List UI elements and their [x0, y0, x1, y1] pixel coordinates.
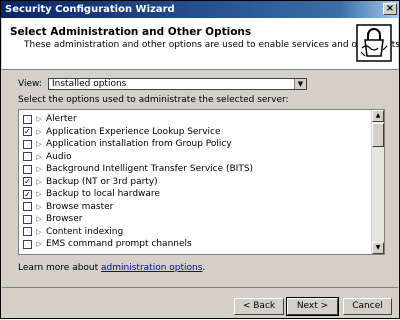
view-label: View:: [18, 79, 42, 89]
option-row[interactable]: ▷ Browser: [23, 213, 82, 225]
option-row[interactable]: ✓ ▷ Application Experience Lookup Service: [23, 126, 221, 138]
window-title: Security Configuration Wizard: [5, 4, 175, 15]
scroll-thumb[interactable]: [372, 123, 384, 147]
expand-arrow-icon[interactable]: ▷: [35, 138, 43, 150]
option-row[interactable]: ✓ ▷ Backup to local hardware: [23, 188, 160, 200]
option-label: Application Experience Lookup Service: [46, 126, 221, 137]
expand-arrow-icon[interactable]: ▷: [35, 126, 43, 138]
option-label: Background Intelligent Transfer Service …: [46, 164, 254, 174]
back-button[interactable]: < Back: [234, 298, 284, 315]
wizard-content: View: Installed options ▼ Select the opt…: [1, 69, 399, 287]
vertical-scrollbar[interactable]: ▲ ▼: [371, 110, 384, 254]
learn-more-prefix: Learn more about: [18, 263, 102, 273]
learn-more-text: Learn more about administration options.: [18, 263, 205, 273]
option-checkbox[interactable]: [23, 139, 32, 149]
option-checkbox[interactable]: [23, 239, 32, 249]
wizard-window: Security Configuration Wizard × Select A…: [0, 0, 400, 319]
option-row[interactable]: ▷ EMS command prompt channels: [23, 238, 192, 250]
option-checkbox[interactable]: ✓: [23, 189, 32, 199]
option-label: Audio: [46, 151, 72, 162]
wizard-footer: < Back Next > Cancel: [2, 287, 398, 320]
option-label: EMS command prompt channels: [46, 239, 192, 249]
option-row[interactable]: ▷ Background Intelligent Transfer Service…: [23, 163, 253, 175]
option-label: Application installation from Group Poli…: [46, 139, 232, 149]
expand-arrow-icon[interactable]: ▷: [35, 151, 43, 163]
close-icon[interactable]: ×: [383, 3, 397, 15]
option-checkbox[interactable]: [23, 227, 32, 236]
security-lock-icon: [356, 24, 392, 62]
option-row[interactable]: ▷ Application installation from Group Pol…: [23, 138, 232, 150]
scroll-down-icon[interactable]: ▼: [372, 242, 384, 254]
option-checkbox[interactable]: ✓: [23, 177, 32, 186]
option-checkbox[interactable]: [23, 202, 32, 211]
option-row[interactable]: ▷ Audio: [23, 151, 72, 163]
option-label: Alerter: [46, 114, 77, 124]
page-description: These administration and other options a…: [24, 40, 400, 50]
option-row[interactable]: ✓ ▷ Backup (NT or 3rd party): [23, 176, 158, 188]
wizard-header: Select Administration and Other Options …: [2, 18, 400, 70]
cancel-button[interactable]: Cancel: [343, 298, 392, 315]
option-checkbox[interactable]: [23, 114, 32, 124]
option-label: Browser: [46, 214, 83, 224]
option-row[interactable]: ▷ Content indexing: [23, 226, 123, 238]
option-row[interactable]: ▷ Alerter: [23, 113, 77, 125]
learn-more-suffix: .: [202, 263, 206, 273]
option-label: Backup to local hardware: [46, 189, 160, 199]
expand-arrow-icon[interactable]: ▷: [35, 213, 43, 225]
option-checkbox[interactable]: [23, 164, 32, 174]
option-label: Content indexing: [46, 226, 124, 237]
expand-arrow-icon[interactable]: ▷: [35, 238, 43, 250]
options-list: ▷ Alerter ✓ ▷ Application Experience Lookup …: [18, 109, 385, 255]
instruction-text: Select the options used to administrate …: [18, 95, 289, 105]
option-checkbox[interactable]: [23, 214, 32, 224]
title-bar[interactable]: Security Configuration Wizard ×: [1, 1, 399, 18]
administration-options-link[interactable]: administration options: [101, 263, 202, 273]
expand-arrow-icon[interactable]: ▷: [35, 113, 43, 125]
page-title: Select Administration and Other Options: [10, 26, 252, 38]
option-checkbox[interactable]: [23, 152, 32, 161]
option-checkbox[interactable]: ✓: [23, 127, 32, 136]
expand-arrow-icon[interactable]: ▷: [35, 226, 43, 238]
expand-arrow-icon[interactable]: ▷: [35, 163, 43, 175]
next-button[interactable]: Next >: [286, 297, 339, 316]
expand-arrow-icon[interactable]: ▷: [35, 176, 43, 188]
expand-arrow-icon[interactable]: ▷: [35, 201, 43, 213]
chevron-down-icon[interactable]: ▼: [294, 79, 306, 89]
view-dropdown[interactable]: Installed options ▼: [48, 78, 307, 90]
option-label: Backup (NT or 3rd party): [46, 176, 158, 187]
expand-arrow-icon[interactable]: ▷: [35, 188, 43, 200]
view-dropdown-value: Installed options: [52, 79, 127, 89]
option-row[interactable]: ▷ Browse master: [23, 201, 113, 213]
option-label: Browse master: [46, 201, 114, 212]
scroll-up-icon[interactable]: ▲: [372, 110, 384, 122]
